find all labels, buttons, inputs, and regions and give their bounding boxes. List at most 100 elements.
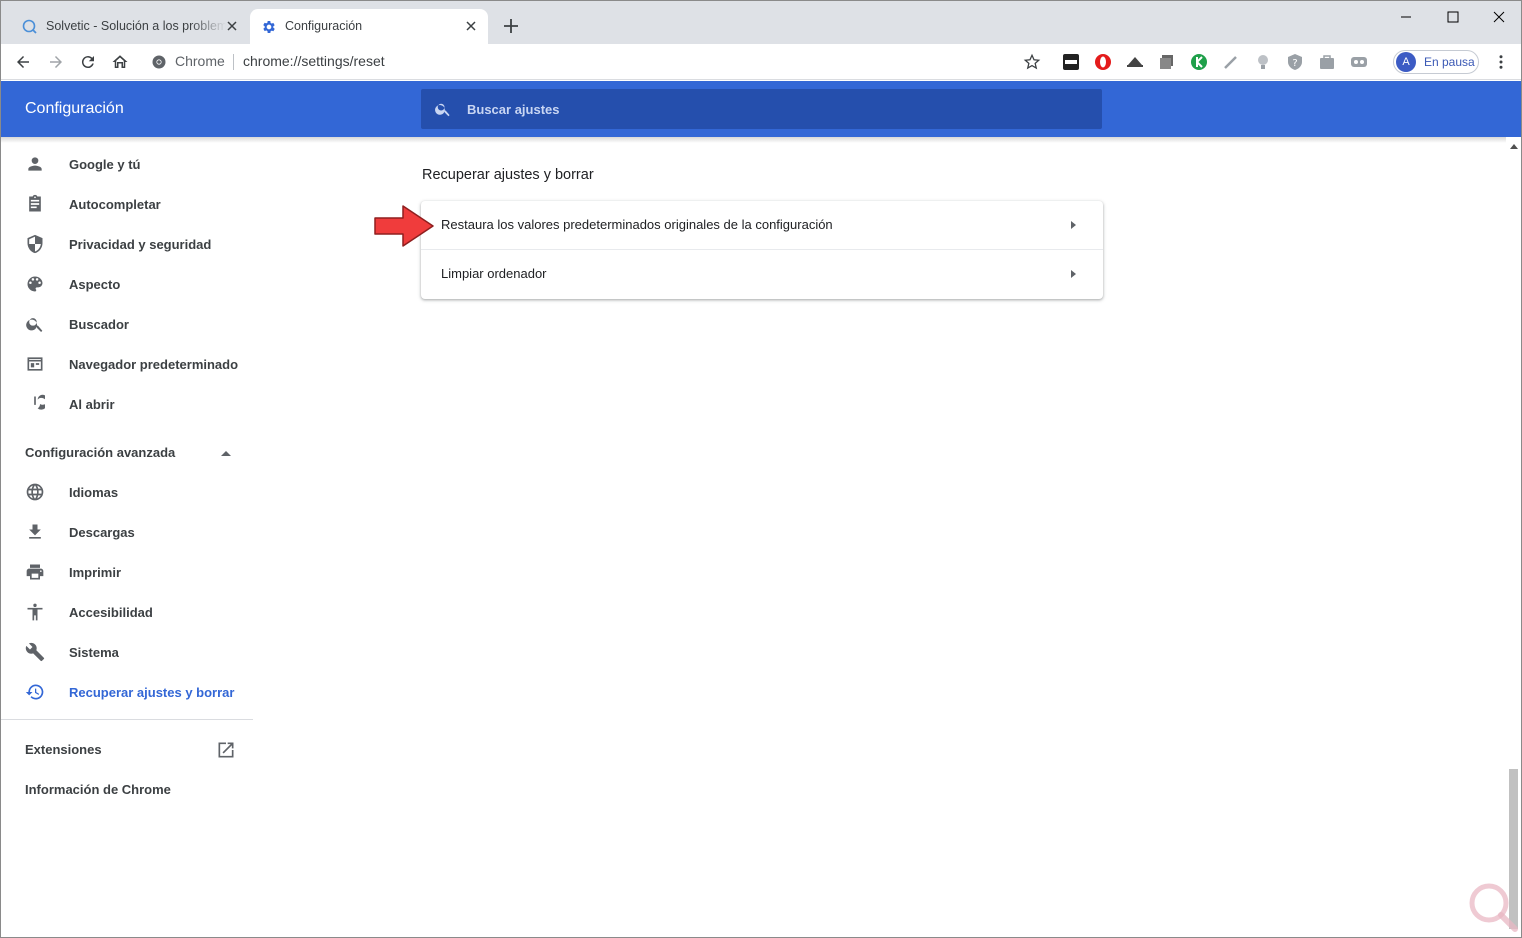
pages-ext-icon[interactable]: [1158, 53, 1176, 71]
sidebar-item-label: Idiomas: [69, 484, 119, 500]
sidebar-item-accesibilidad[interactable]: Accesibilidad: [1, 592, 253, 632]
restore-defaults-label: Restaura los valores predeterminados ori…: [441, 217, 833, 232]
loop-ext-icon[interactable]: [1350, 53, 1368, 71]
tab-title: Configuración: [285, 19, 363, 33]
section-title: Recuperar ajustes y borrar: [422, 167, 594, 183]
sidebar-item-autocompletar[interactable]: Autocompletar: [1, 184, 253, 224]
open-in-new-icon[interactable]: [216, 740, 236, 760]
tab-solvetic[interactable]: Solvetic - Solución a los problemas: [11, 9, 249, 44]
search-input[interactable]: [467, 89, 1087, 129]
sidebar-item-idiomas[interactable]: Idiomas: [1, 472, 253, 512]
advanced-settings-toggle[interactable]: Configuración avanzada: [1, 433, 253, 473]
printer-icon: [26, 564, 44, 580]
forward-button[interactable]: [46, 52, 66, 72]
url-ext-glyph: [1063, 54, 1079, 70]
hat-ext-icon[interactable]: [1126, 53, 1144, 71]
sidebar-item-descargas[interactable]: Descargas: [1, 512, 253, 552]
cleanup-computer-label: Limpiar ordenador: [441, 266, 547, 281]
sidebar-divider: [1, 719, 253, 720]
accessibility-icon: [27, 603, 43, 621]
sidebar-item-label: Sistema: [69, 644, 119, 660]
arrow-right-icon: [1071, 270, 1076, 278]
sidebar-item-recuperar[interactable]: Recuperar ajustes y borrar: [1, 672, 253, 712]
reload-icon: [81, 56, 94, 69]
omnibox-site-label: Chrome: [175, 53, 225, 69]
gear-icon: [263, 21, 275, 33]
back-button[interactable]: [13, 52, 33, 72]
arrow-left-icon: [17, 56, 29, 68]
sidebar-item-privacidad[interactable]: Privacidad y seguridad: [1, 224, 253, 264]
browser-window: Solvetic - Solución a los problemas Conf…: [0, 0, 1522, 938]
tab-configuracion[interactable]: Configuración: [250, 9, 488, 44]
pen-ext-icon[interactable]: [1222, 53, 1240, 71]
sidebar-item-google[interactable]: Google y tú: [1, 144, 253, 184]
bulb-ext-icon[interactable]: [1254, 53, 1272, 71]
sidebar-item-buscador[interactable]: Buscador: [1, 304, 253, 344]
k-ext-icon[interactable]: [1190, 53, 1208, 71]
bookmark-button[interactable]: [1022, 52, 1042, 72]
tab-strip: Solvetic - Solución a los problemas Conf…: [1, 1, 1521, 44]
annotation-arrow-icon: [374, 205, 434, 247]
sidebar-item-imprimir[interactable]: Imprimir: [1, 552, 253, 592]
sidebar-item-label: Autocompletar: [69, 196, 161, 212]
power-icon: [34, 394, 45, 410]
settings-header: Configuración: [1, 81, 1521, 137]
loop-ext-glyph: [1351, 57, 1367, 67]
header-shadow: [1, 137, 1507, 143]
opera-ext-icon[interactable]: [1094, 53, 1112, 71]
url-ext-icon[interactable]: [1062, 53, 1080, 71]
sidebar-item-label: Al abrir: [69, 396, 115, 412]
scroll-up-icon[interactable]: [1510, 143, 1518, 149]
star-icon: [1023, 53, 1041, 70]
reset-settings-card: Restaura los valores predeterminados ori…: [421, 201, 1103, 299]
sidebar-item-label: Buscador: [69, 316, 129, 332]
maximize-icon: [1447, 11, 1459, 23]
close-tab-icon[interactable]: [463, 18, 479, 34]
sidebar-item-label: Aspecto: [69, 276, 121, 292]
search-icon: [435, 103, 450, 117]
page-title: Configuración: [25, 100, 124, 117]
arrow-up-icon: [221, 451, 231, 456]
wrench-icon: [25, 642, 45, 662]
pen-ext-glyph: [1224, 56, 1237, 69]
new-tab-icon[interactable]: [501, 16, 521, 36]
cleanup-computer-row[interactable]: Limpiar ordenador: [421, 250, 1103, 298]
shield-ext-icon[interactable]: ?: [1286, 53, 1304, 71]
profile-button[interactable]: A En pausa: [1393, 50, 1479, 74]
close-icon: [1493, 11, 1505, 23]
restore-defaults-row[interactable]: Restaura los valores predeterminados ori…: [421, 201, 1103, 249]
page-scrollbar[interactable]: [1506, 137, 1521, 937]
minimize-button[interactable]: [1383, 3, 1429, 31]
sidebar-item-aspecto[interactable]: Aspecto: [1, 264, 253, 304]
close-tab-icon[interactable]: [224, 18, 240, 34]
advanced-settings-label: Configuración avanzada: [25, 445, 176, 460]
arrow-right-icon: [1071, 221, 1076, 229]
settings-search[interactable]: [421, 89, 1102, 129]
palette-icon: [27, 276, 43, 292]
maximize-button[interactable]: [1430, 3, 1476, 31]
sidebar-item-navegador[interactable]: Navegador predeterminado: [1, 344, 253, 384]
chrome-site-icon[interactable]: [151, 54, 167, 70]
arrow-right-icon: [50, 56, 62, 68]
tab-title: Solvetic - Solución a los problemas: [46, 19, 226, 33]
clipboard-icon: [29, 194, 41, 212]
more-vert-icon: [1499, 55, 1503, 69]
close-window-button[interactable]: [1476, 3, 1521, 31]
bag-ext-glyph: [1320, 55, 1334, 69]
shield-ext-glyph: ?: [1288, 54, 1302, 70]
sidebar-item-extensiones[interactable]: Extensiones: [25, 742, 102, 757]
sidebar-item-al-abrir[interactable]: Al abrir: [1, 384, 253, 424]
sidebar-item-label: Accesibilidad: [69, 604, 153, 620]
omnibox-separator: [233, 54, 234, 70]
sidebar-item-sistema[interactable]: Sistema: [1, 632, 253, 672]
sidebar-item-info-chrome[interactable]: Información de Chrome: [25, 782, 171, 797]
sidebar-item-label: Navegador predeterminado: [69, 356, 239, 372]
omnibox-url[interactable]: chrome://settings/reset: [243, 53, 385, 69]
menu-button[interactable]: [1491, 52, 1511, 72]
bag-ext-icon[interactable]: [1318, 53, 1336, 71]
reload-button[interactable]: [78, 52, 98, 72]
home-button[interactable]: [110, 52, 130, 72]
shield-icon: [27, 234, 43, 254]
sidebar-item-label: Descargas: [69, 524, 135, 540]
opera-ext-glyph: [1095, 54, 1111, 70]
